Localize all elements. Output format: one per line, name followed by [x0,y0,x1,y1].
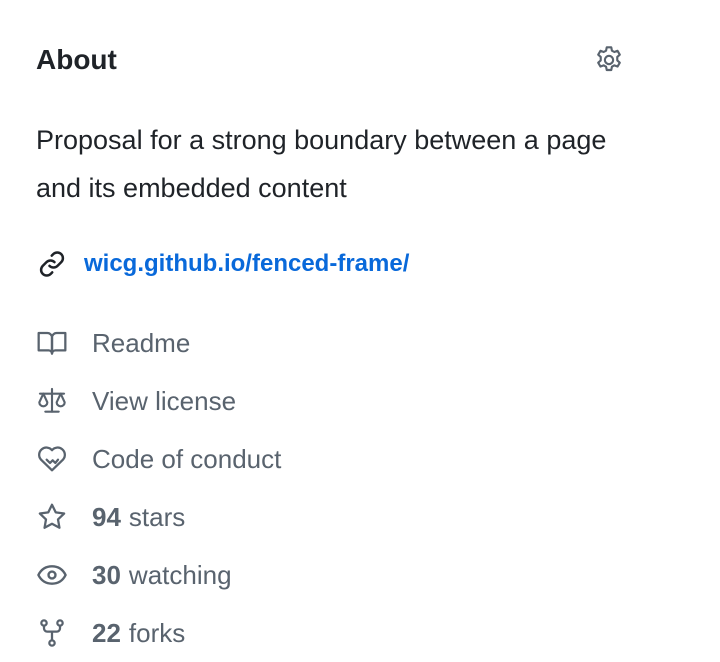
code-of-conduct-link[interactable]: Code of conduct [36,430,281,488]
license-label: View license [92,386,237,416]
stars-label: 94 stars [92,495,185,539]
law-icon [36,385,68,417]
forks-link[interactable]: 22 forks [36,604,281,662]
website-link-row: wicg.github.io/fenced-frame/ [36,244,409,284]
eye-icon [36,559,68,591]
code-of-conduct-label: Code of conduct [92,444,282,474]
website-link[interactable]: wicg.github.io/fenced-frame/ [84,244,409,284]
watching-text: watching [128,560,232,590]
settings-button[interactable] [591,42,627,78]
about-title: About [36,44,117,75]
stars-text: stars [128,502,186,532]
forks-count: 22 [92,618,121,648]
repo-forked-icon [36,617,68,649]
forks-label: 22 forks [92,611,185,655]
gear-icon [593,44,625,76]
watching-link[interactable]: 30 watching [36,546,281,604]
about-header: About [36,40,636,80]
watching-label: 30 watching [92,553,232,597]
link-icon [36,248,68,280]
book-icon [36,327,68,359]
readme-label: Readme [92,328,191,358]
stars-count: 94 [92,502,121,532]
repo-meta-list: Readme View license Code of conduct 94 s… [36,314,281,662]
repo-description: Proposal for a strong boundary between a… [36,125,607,203]
forks-text: forks [128,618,186,648]
stars-link[interactable]: 94 stars [36,488,281,546]
license-link[interactable]: View license [36,372,281,430]
code-of-conduct-icon [36,443,68,475]
star-icon [36,501,68,533]
watching-count: 30 [92,560,121,590]
readme-link[interactable]: Readme [36,314,281,372]
